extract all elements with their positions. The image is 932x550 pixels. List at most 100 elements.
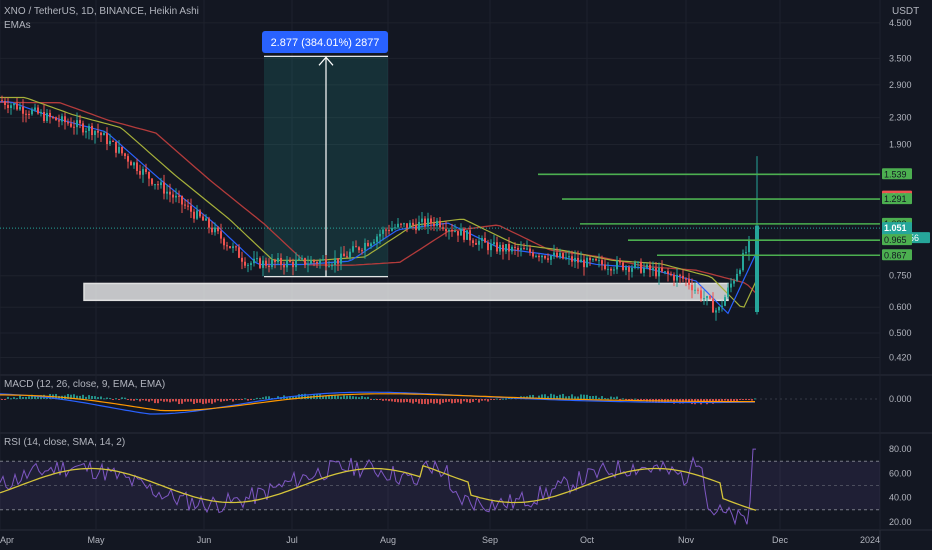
candle-body	[340, 253, 342, 264]
candle-body	[670, 273, 672, 275]
candle-body	[94, 130, 96, 136]
macd-bar	[406, 399, 408, 402]
candle-body	[103, 133, 105, 136]
candle-body	[388, 229, 390, 231]
macd-bar	[157, 399, 159, 404]
macd-bar	[487, 399, 489, 402]
candle-body	[223, 238, 225, 246]
x-tick-label: 2024	[860, 535, 880, 545]
currency-label: USDT	[892, 6, 920, 17]
ema-indicator-label[interactable]: EMAs	[4, 20, 31, 31]
macd-bar	[97, 397, 99, 399]
candle-body	[658, 267, 660, 277]
candle-body	[238, 247, 240, 258]
macd-bar	[94, 396, 96, 399]
candle-body	[520, 248, 522, 250]
macd-bar	[202, 399, 204, 405]
macd-bar	[607, 398, 609, 400]
macd-bar	[424, 399, 426, 404]
macd-bar	[571, 394, 573, 399]
candle-body	[436, 220, 438, 226]
candle-body	[613, 269, 615, 271]
candle-body	[526, 248, 528, 250]
price-tag: 1.539	[884, 169, 907, 179]
candle-body	[700, 290, 702, 299]
macd-bar	[82, 394, 84, 399]
candle-body	[373, 241, 375, 244]
candle-body	[112, 140, 114, 142]
candle-body	[259, 258, 261, 268]
candle-body	[601, 260, 603, 265]
y-tick-label: 2.300	[889, 113, 912, 123]
candle-body	[382, 229, 384, 234]
y-tick-label: 2.900	[889, 80, 912, 90]
macd-bar	[100, 396, 102, 399]
candle-body	[64, 116, 66, 123]
candle-body	[598, 260, 600, 262]
x-tick-label: Aug	[380, 535, 396, 545]
x-tick-label: Nov	[678, 535, 695, 545]
macd-bar	[742, 399, 744, 400]
price-tag: 0.965	[884, 235, 907, 245]
macd-bar	[232, 399, 234, 402]
candle-body	[577, 257, 579, 263]
support-zone	[83, 282, 729, 302]
macd-bar	[163, 399, 165, 402]
candle-body	[73, 126, 75, 128]
candle-body	[562, 253, 564, 259]
macd-bar	[736, 399, 738, 402]
candle-body	[496, 242, 498, 252]
macd-bar	[583, 394, 585, 399]
macd-pane-label[interactable]: MACD (12, 26, close, 9, EMA, EMA)	[4, 379, 165, 390]
candle-body	[625, 267, 627, 271]
candle-body	[235, 246, 237, 248]
candle-body	[49, 112, 51, 117]
candle-body	[484, 238, 486, 243]
macd-bar	[247, 399, 249, 401]
candle-body	[307, 263, 309, 266]
candle-body	[178, 195, 180, 197]
candle-body	[253, 258, 255, 264]
candle-body	[250, 263, 252, 265]
candle-body	[46, 112, 48, 121]
candle-body	[274, 259, 276, 263]
candle-body	[667, 271, 669, 274]
breakout-candle-body	[755, 225, 759, 312]
macd-bar	[400, 399, 402, 403]
macd-bar	[196, 399, 198, 403]
candle-body	[604, 264, 606, 270]
macd-bar	[592, 396, 594, 399]
candle-body	[694, 289, 696, 291]
candle-body	[643, 267, 645, 273]
candle-body	[469, 230, 471, 241]
macd-bar	[187, 399, 189, 402]
macd-bar	[214, 399, 216, 403]
macd-bar	[337, 395, 339, 399]
candle-body	[547, 258, 549, 260]
candle-body	[571, 256, 573, 262]
macd-bar	[262, 397, 264, 399]
candle-body	[10, 105, 12, 109]
macd-bar	[178, 399, 180, 405]
macd-bar	[211, 399, 213, 404]
macd-bar	[7, 396, 9, 399]
candle-body	[130, 161, 132, 166]
chart-canvas[interactable]: Apr May Jun Jul Aug Sep Oct Nov Dec 2024 4.500 3.50…	[0, 0, 932, 550]
candle-body	[376, 236, 378, 242]
macd-bar	[460, 399, 462, 404]
candle-body	[586, 257, 588, 268]
candle-body	[325, 259, 327, 267]
macd-bar	[574, 396, 576, 399]
macd-bar	[586, 394, 588, 399]
macd-bar	[166, 399, 168, 402]
candle-body	[247, 264, 249, 266]
macd-bar	[364, 397, 366, 399]
macd-bar	[16, 398, 18, 400]
rsi-pane-label[interactable]: RSI (14, close, SMA, 14, 2)	[4, 437, 125, 448]
candle-body	[160, 182, 162, 186]
macd-bar	[754, 398, 756, 400]
candle-body	[31, 109, 33, 115]
macd-bar	[109, 398, 111, 400]
candle-body	[67, 122, 69, 124]
candle-body	[448, 229, 450, 232]
